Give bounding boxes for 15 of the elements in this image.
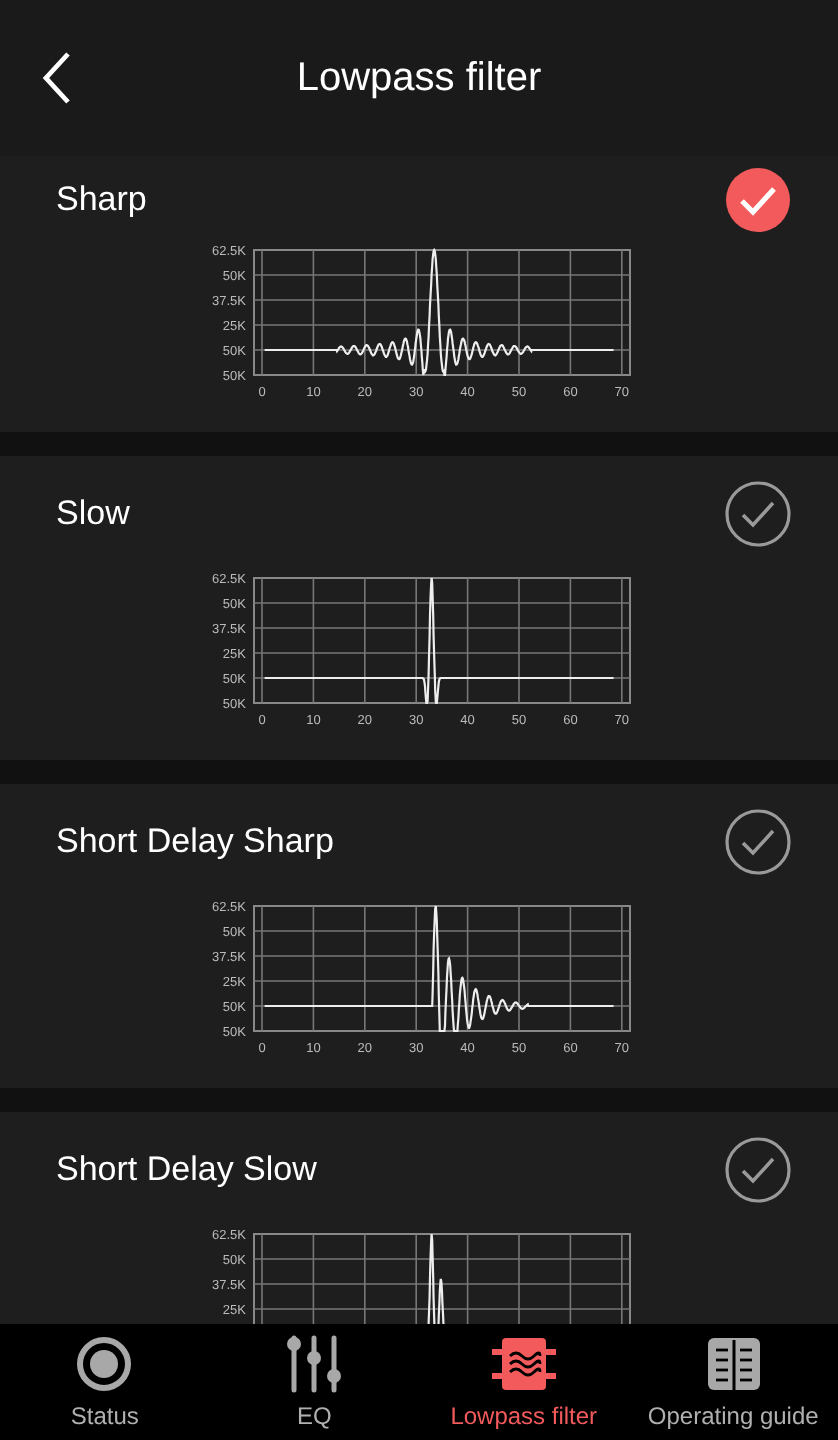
filter-name: Short Delay Sharp [56,821,334,861]
page-title: Lowpass filter [296,55,542,101]
nav-tab[interactable]: Status [0,1324,210,1440]
check-icon[interactable] [724,807,792,875]
nav-tab[interactable]: EQ [209,1324,419,1440]
nav-tab[interactable]: Lowpass filter [419,1324,629,1440]
filter-name: Sharp [56,179,147,219]
filter-name: Slow [56,493,130,533]
check-icon[interactable] [724,1135,792,1203]
check-icon[interactable] [724,165,792,233]
nav-tab[interactable]: Operating guide [628,1324,838,1440]
back-icon[interactable] [40,50,72,106]
filter-icon [489,1334,558,1394]
filter-name: Short Delay Slow [56,1149,317,1189]
check-icon[interactable] [724,479,792,547]
